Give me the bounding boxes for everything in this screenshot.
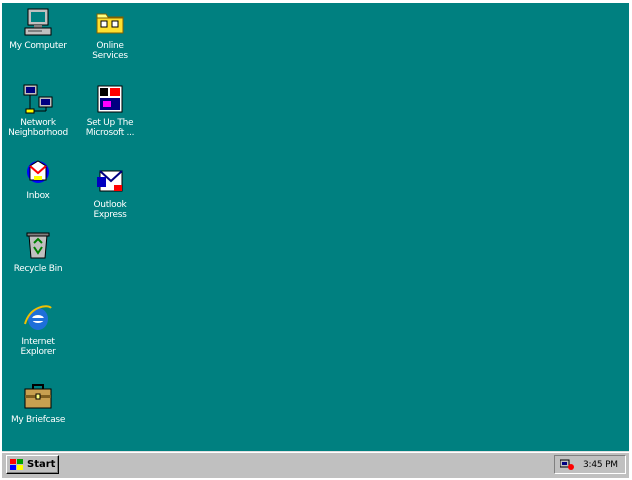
desktop-icon-label: Online Services — [92, 41, 128, 61]
start-label: Start — [27, 459, 56, 470]
desktop-icon-label: My Briefcase — [10, 415, 66, 425]
network-status-icon[interactable] — [560, 459, 574, 471]
taskbar: Start 3:45 PM — [2, 451, 629, 478]
recycle-bin-icon — [26, 232, 50, 259]
desktop-icon-network-neighborhood[interactable]: Network Neighborhood — [2, 83, 74, 138]
desktop-icon-set-up-msn[interactable]: Set Up The Microsoft ... — [74, 83, 146, 138]
desktop-icon-label: Inbox — [26, 191, 50, 201]
briefcase-icon — [24, 384, 52, 409]
internet-explorer-icon — [24, 305, 52, 330]
computer-icon — [24, 8, 52, 36]
desktop-icon-internet-explorer[interactable]: Internet Explorer — [2, 302, 74, 357]
desktop-icon-online-services[interactable]: Online Services — [74, 6, 146, 61]
desktop-icon-label: My Computer — [9, 41, 67, 51]
start-button[interactable]: Start — [6, 455, 59, 474]
desktop-icon-label: Outlook Express — [93, 200, 127, 220]
desktop-icon-label: Recycle Bin — [13, 264, 63, 274]
folder-icon — [96, 13, 124, 34]
msn-setup-icon — [97, 85, 123, 113]
clock[interactable]: 3:45 PM — [583, 460, 618, 470]
outlook-express-icon — [97, 170, 123, 192]
desktop: My Computer Network Neighborhood Inbox R… — [2, 3, 629, 478]
inbox-icon — [27, 160, 49, 183]
desktop-icon-label: Internet Explorer — [20, 337, 56, 357]
desktop-icon-label: Set Up The Microsoft ... — [85, 118, 135, 138]
windows-flag-icon — [10, 458, 23, 470]
desktop-icon-my-briefcase[interactable]: My Briefcase — [2, 380, 74, 425]
desktop-icon-my-computer[interactable]: My Computer — [2, 6, 74, 51]
system-tray: 3:45 PM — [554, 455, 626, 474]
desktop-icon-outlook-express[interactable]: Outlook Express — [74, 165, 146, 220]
desktop-icon-inbox[interactable]: Inbox — [2, 156, 74, 201]
network-icon — [23, 84, 53, 114]
desktop-icon-recycle-bin[interactable]: Recycle Bin — [2, 229, 74, 274]
desktop-icon-label: Network Neighborhood — [8, 118, 68, 138]
